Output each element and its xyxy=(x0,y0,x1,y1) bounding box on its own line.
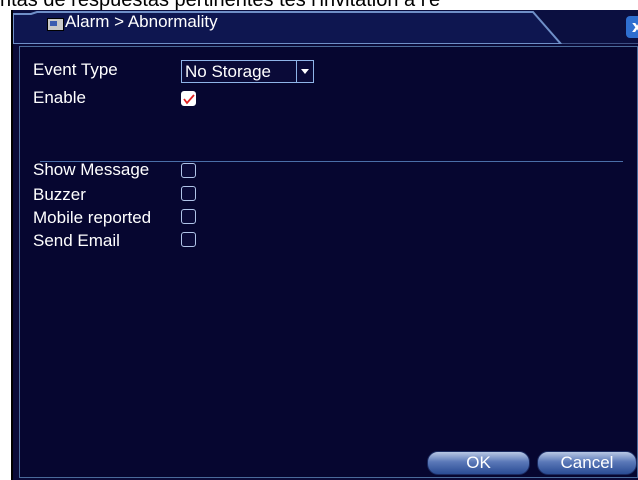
buzzer-label: Buzzer xyxy=(33,185,86,204)
show-message-label: Show Message xyxy=(33,160,150,179)
alarm-abnormality-dialog: Alarm > Abnormality x Event Type No Stor… xyxy=(11,10,638,480)
ok-button[interactable]: OK xyxy=(427,451,530,475)
enable-checkbox[interactable] xyxy=(181,91,196,106)
send-email-checkbox[interactable] xyxy=(181,232,196,247)
content-panel: Event Type No Storage Enable Show Messag… xyxy=(19,46,638,478)
show-message-checkbox[interactable] xyxy=(181,163,196,178)
mobile-reported-label: Mobile reported xyxy=(33,208,152,227)
chevron-down-icon[interactable] xyxy=(296,61,313,82)
close-button[interactable]: x xyxy=(626,16,638,38)
enable-label: Enable xyxy=(33,88,86,107)
window-title: Alarm > Abnormality xyxy=(65,12,218,31)
title-bar: Alarm > Abnormality x xyxy=(13,10,638,44)
event-type-label: Event Type xyxy=(33,60,118,79)
mobile-reported-checkbox[interactable] xyxy=(181,209,196,224)
buzzer-checkbox[interactable] xyxy=(181,186,196,201)
window-icon xyxy=(47,18,64,31)
check-icon xyxy=(183,94,195,105)
event-type-select[interactable]: No Storage xyxy=(181,60,314,83)
background-page-text: ntas de respuestas pertinentes tes l'inv… xyxy=(0,0,638,10)
event-type-value: No Storage xyxy=(185,62,271,81)
send-email-label: Send Email xyxy=(33,231,120,250)
cancel-button[interactable]: Cancel xyxy=(537,451,637,475)
